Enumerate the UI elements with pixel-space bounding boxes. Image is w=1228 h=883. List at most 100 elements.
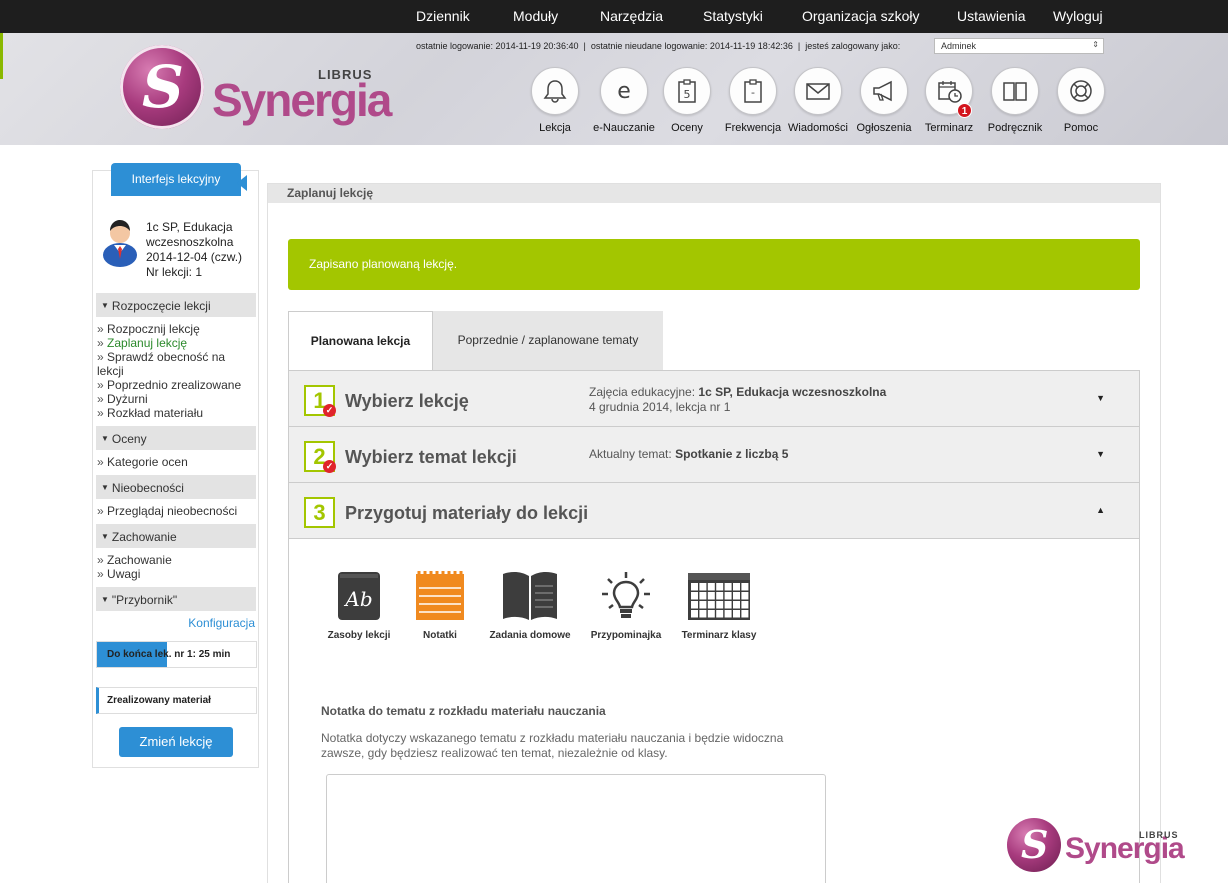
section-nieobecnosci[interactable]: ▼ Nieobecności — [96, 475, 256, 499]
step-przygotuj-materialy[interactable]: 3 Przygotuj materiały do lekcji ▲ — [289, 483, 1139, 539]
notepad-icon — [416, 571, 464, 620]
logo-brand: LIBRUS — [1139, 830, 1179, 840]
nav-statystyki[interactable]: Statystyki — [703, 8, 763, 24]
triangle-down-icon: ▼ — [101, 532, 109, 541]
tool-notatki[interactable]: Notatki — [408, 570, 472, 641]
page-title: Zaplanuj lekcję — [268, 184, 1160, 203]
last-login: ostatnie logowanie: 2014-11-19 20:36:40 — [416, 41, 579, 51]
svg-text:5: 5 — [684, 88, 691, 101]
open-book-icon — [503, 571, 557, 620]
nav-narzedzia[interactable]: Narzędzia — [600, 8, 663, 24]
link-uwagi[interactable]: » Uwagi — [97, 567, 140, 581]
lightbulb-icon — [602, 572, 650, 618]
svg-text:e: e — [617, 79, 631, 104]
last-failed-login: ostatnie nieudane logowanie: 2014-11-19 … — [590, 41, 793, 51]
svg-text:-: - — [751, 86, 755, 99]
realized-material[interactable]: Zrealizowany materiał — [96, 687, 257, 714]
login-info: ostatnie logowanie: 2014-11-19 20:36:40 … — [416, 41, 900, 51]
step-number: 3 — [304, 497, 335, 528]
nav-organizacja-szkoly[interactable]: Organizacja szkoły — [802, 8, 920, 24]
bell-icon — [543, 80, 567, 103]
header-band: ostatnie logowanie: 2014-11-19 20:36:40 … — [0, 33, 1228, 145]
user-select[interactable]: Adminek ⇕ — [934, 38, 1104, 54]
link-dyzurni[interactable]: » Dyżurni — [97, 392, 148, 406]
book-icon — [1003, 82, 1027, 101]
check-badge-icon: ✓ — [323, 460, 336, 473]
triangle-down-icon: ▼ — [101, 595, 109, 604]
lesson-info: 1c SP, Edukacja wczesnoszkolna 2014-12-0… — [146, 220, 243, 279]
check-badge-icon: ✓ — [323, 404, 336, 417]
change-lesson-button[interactable]: Zmień lekcję — [119, 727, 233, 757]
lifebuoy-icon — [1070, 80, 1092, 102]
tool-terminarz-klasy[interactable]: Terminarz klasy — [680, 570, 758, 641]
tab-planowana-lekcja[interactable]: Planowana lekcja — [288, 311, 433, 370]
chevron-up-icon: ▲ — [1096, 505, 1105, 515]
top-navigation: Dziennik Moduły Narzędzia Statystyki Org… — [0, 0, 1228, 33]
link-kategorie-ocen[interactable]: » Kategorie ocen — [97, 455, 188, 469]
login-separator: | — [583, 41, 586, 51]
module-pomoc[interactable]: Pomoc — [1041, 67, 1121, 134]
note-description: Notatka dotyczy wskazanego tematu z rozk… — [321, 731, 784, 760]
note-textarea[interactable] — [326, 774, 826, 883]
link-zachowanie[interactable]: » Zachowanie — [97, 553, 172, 567]
sidebar-tab[interactable]: Interfejs lekcyjny — [111, 163, 241, 196]
triangle-down-icon: ▼ — [101, 301, 109, 310]
synergia-logo-footer: S Synergia LIBRUS — [1007, 818, 1187, 876]
triangle-down-icon: ▼ — [101, 434, 109, 443]
lesson-sidebar: Interfejs lekcyjny 1c SP, Edukacja wczes… — [92, 163, 259, 768]
link-przegladaj-nieobecnosci[interactable]: » Przeglądaj nieobecności — [97, 504, 237, 518]
lesson-timer: Do końca lek. nr 1: 25 min — [96, 641, 257, 668]
module-lekcja[interactable]: Lekcja — [515, 67, 595, 134]
terminarz-badge: 1 — [957, 103, 972, 118]
collapse-arrow-icon[interactable] — [237, 175, 247, 191]
timer-text: Do końca lek. nr 1: 25 min — [107, 649, 231, 660]
step-title: Wybierz lekcję — [345, 391, 469, 411]
triangle-down-icon: ▼ — [101, 483, 109, 492]
step-title: Wybierz temat lekcji — [345, 447, 517, 467]
logged-as-label: jesteś zalogowany jako: — [805, 41, 901, 51]
step-info: Aktualny temat: Spotkanie z liczbą 5 — [589, 447, 789, 461]
synergia-logo[interactable]: S Synergia LIBRUS — [120, 45, 392, 135]
user-select-value: Adminek — [941, 41, 977, 51]
select-arrows-icon: ⇕ — [1092, 40, 1099, 49]
step-info: Zajęcia edukacyjne: 1c SP, Edukacja wcze… — [589, 385, 887, 414]
step-title: Przygotuj materiały do lekcji — [345, 503, 589, 523]
header-accent-strip — [0, 33, 3, 79]
logo-brand: LIBRUS — [318, 67, 373, 82]
grades-clipboard-icon: 5 — [678, 79, 696, 103]
note-title: Notatka do tematu z rozkładu materiału n… — [321, 704, 606, 718]
config-link[interactable]: Konfiguracja — [188, 616, 255, 630]
link-sprawdz-obecnosc[interactable]: » Sprawdź obecność na lekcji — [97, 350, 247, 378]
nav-ustawienia[interactable]: Ustawienia — [957, 8, 1025, 24]
section-rozpoczecie-lekcji[interactable]: ▼ Rozpoczęcie lekcji — [96, 293, 256, 317]
chevron-down-icon: ▼ — [1096, 393, 1105, 403]
nav-wyloguj[interactable]: Wyloguj — [1053, 8, 1103, 24]
section-zachowanie[interactable]: ▼ Zachowanie — [96, 524, 256, 548]
calendar-clock-icon — [938, 81, 962, 103]
step-wybierz-lekcje[interactable]: 1 ✓ Wybierz lekcję Zajęcia edukacyjne: 1… — [289, 371, 1139, 427]
logo-ball-icon: S — [120, 45, 204, 129]
step-wybierz-temat[interactable]: 2 ✓ Wybierz temat lekcji Aktualny temat:… — [289, 427, 1139, 483]
e-learning-icon: e — [617, 79, 631, 104]
chevron-down-icon: ▼ — [1096, 449, 1105, 459]
logo-ball-icon: S — [1007, 818, 1061, 872]
link-zaplanuj-lekcje[interactable]: » Zaplanuj lekcję — [97, 336, 187, 350]
nav-dziennik[interactable]: Dziennik — [416, 8, 470, 24]
section-oceny[interactable]: ▼ Oceny — [96, 426, 256, 450]
megaphone-icon — [873, 80, 892, 102]
resources-book-icon: Ab — [338, 572, 380, 620]
tool-przypominajka[interactable]: Przypominajka — [586, 570, 666, 641]
tool-zasoby-lekcji[interactable]: Ab Zasoby lekcji — [324, 570, 394, 641]
tab-poprzednie-tematy[interactable]: Poprzednie / zaplanowane tematy — [433, 311, 663, 370]
link-rozpocznij-lekcje[interactable]: » Rozpocznij lekcję — [97, 322, 200, 336]
nav-moduly[interactable]: Moduły — [513, 8, 558, 24]
section-przybornik[interactable]: ▼ "Przybornik" — [96, 587, 256, 611]
envelope-icon — [806, 83, 830, 100]
class-calendar-icon — [688, 573, 750, 620]
link-rozklad-materialu[interactable]: » Rozkład materiału — [97, 406, 203, 420]
login-separator: | — [797, 41, 801, 51]
link-poprzednio-zrealizowane[interactable]: » Poprzednio zrealizowane — [97, 378, 241, 392]
attendance-clipboard-icon: - — [744, 79, 762, 103]
tool-zadania-domowe[interactable]: Zadania domowe — [488, 570, 572, 641]
teacher-avatar-icon — [103, 220, 137, 267]
